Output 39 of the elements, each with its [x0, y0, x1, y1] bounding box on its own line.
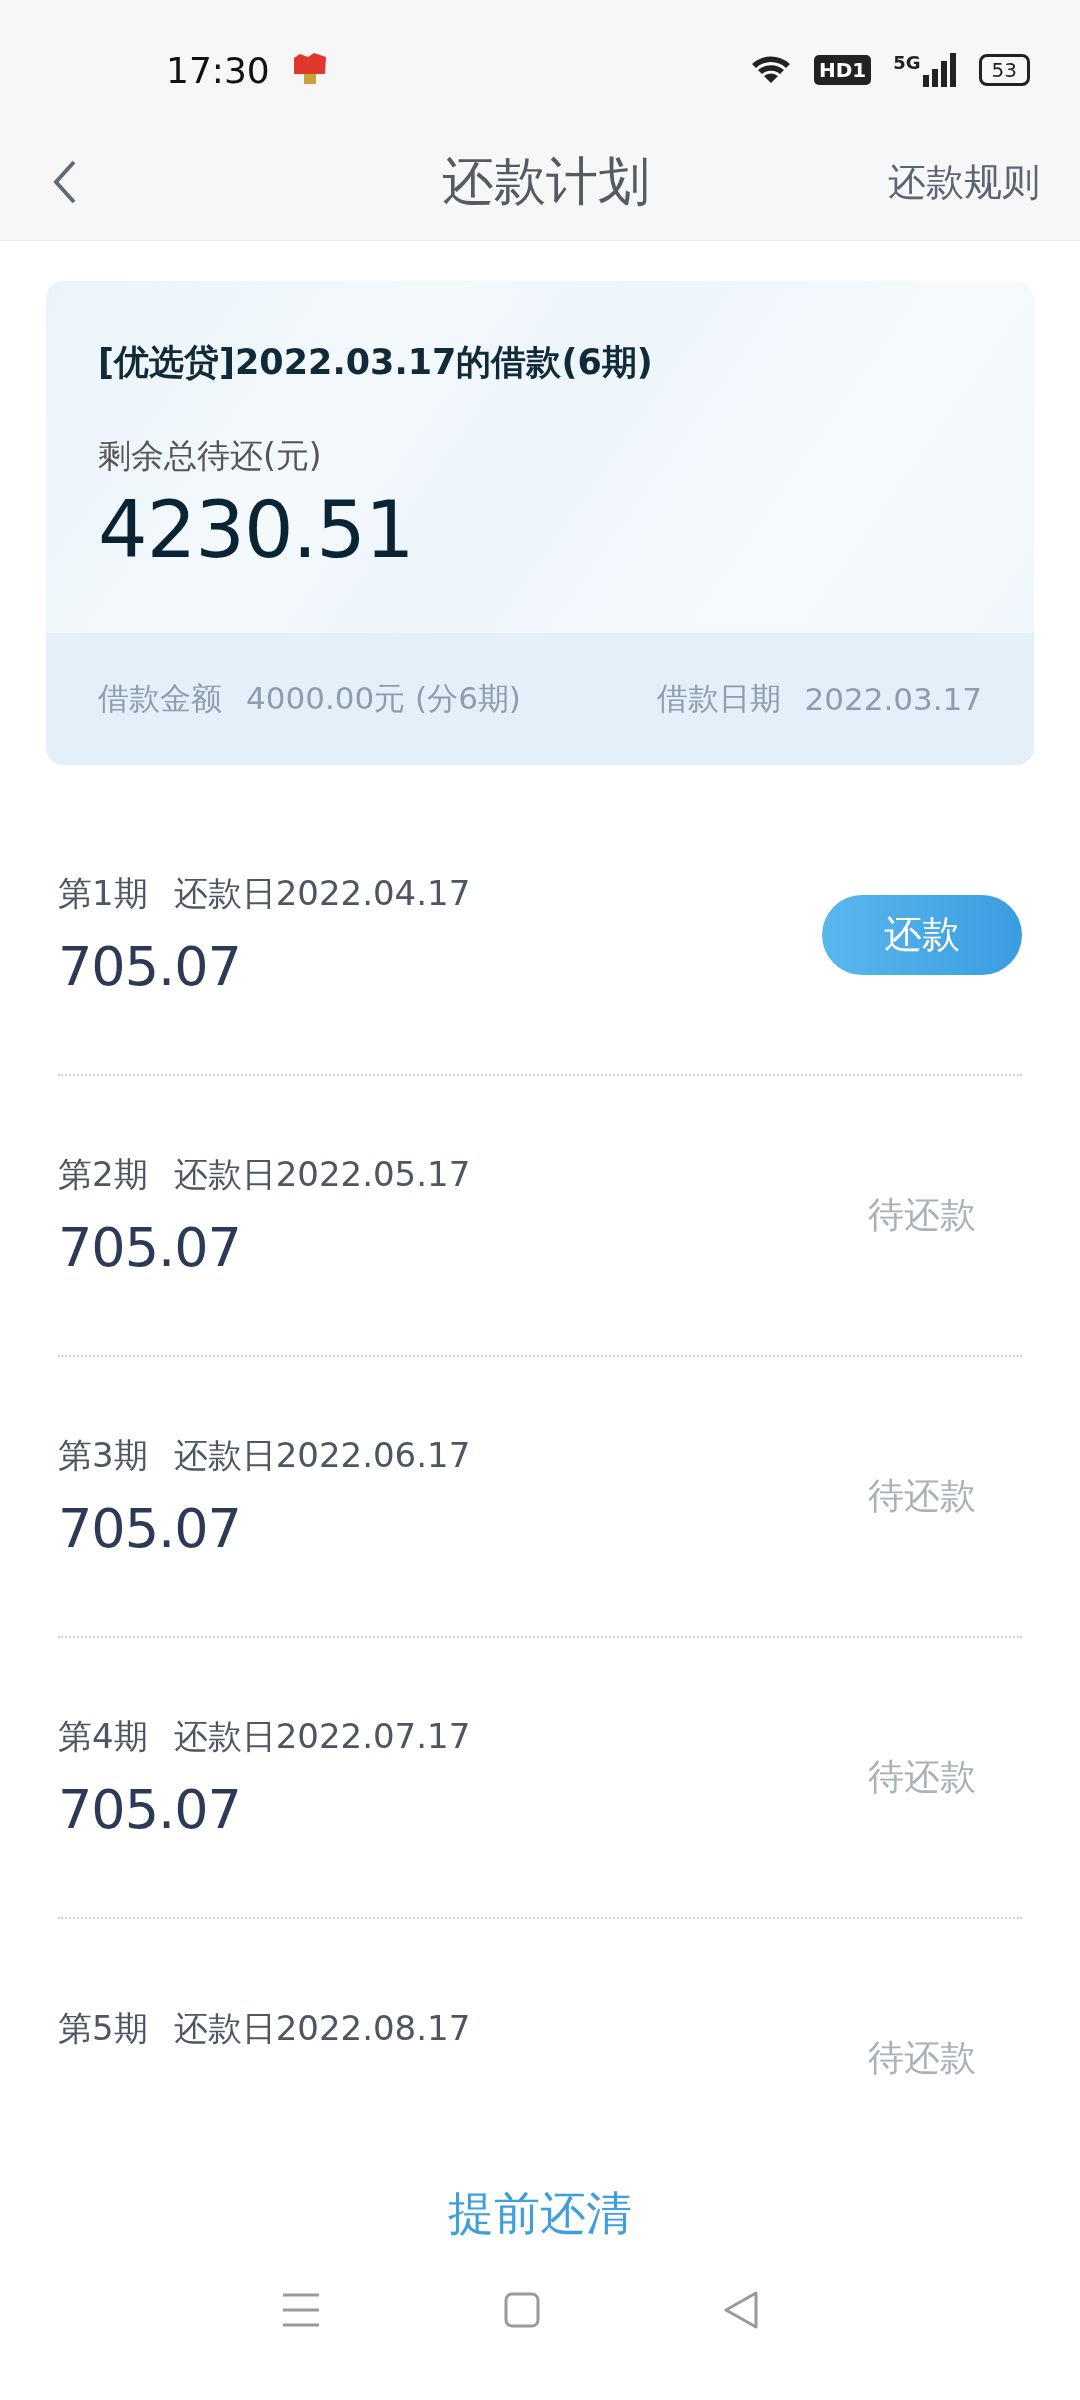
due-date: 还款日2022.06.17: [173, 1434, 471, 1477]
remaining-amount: 4230.51: [98, 485, 415, 575]
period-label: 第1期: [58, 872, 148, 915]
loan-title: [优选贷]2022.03.17的借款(6期): [98, 341, 654, 384]
repayment-rules-link[interactable]: 还款规则: [888, 156, 1040, 208]
loan-amount-value: 4000.00元 (分6期): [246, 679, 521, 718]
period-label: 第2期: [58, 1153, 148, 1196]
back-icon[interactable]: [722, 2291, 759, 2329]
installment-amount: 705.07: [58, 935, 242, 998]
installment-amount: 705.07: [58, 1778, 242, 1841]
status-label: 待还款: [867, 1193, 977, 1237]
remaining-label: 剩余总待还(元): [98, 435, 323, 477]
period-label: 第3期: [58, 1434, 148, 1477]
loan-date-label: 借款日期: [656, 679, 781, 718]
installment-amount: 705.07: [58, 1216, 242, 1279]
early-payoff-link[interactable]: 提前还清: [448, 2183, 632, 2245]
period-label: 第4期: [58, 1715, 148, 1758]
page-title: 还款计划: [442, 150, 650, 213]
status-label: 待还款: [867, 2036, 977, 2080]
status-label: 待还款: [867, 1755, 977, 1799]
repay-button[interactable]: 还款: [822, 894, 1022, 975]
loan-amount-label: 借款金额: [98, 679, 222, 718]
signal-icon: [922, 53, 957, 87]
due-date: 还款日2022.07.17: [173, 1715, 471, 1758]
due-date: 还款日2022.04.17: [173, 872, 471, 915]
back-icon: [52, 158, 78, 206]
hd-indicator: HD1: [813, 55, 872, 85]
home-icon[interactable]: [504, 2292, 540, 2328]
period-label: 第5期: [58, 2006, 148, 2050]
battery-level: 53: [978, 54, 1030, 86]
due-date: 还款日2022.05.17: [173, 1153, 471, 1196]
clock: 17:30: [166, 49, 270, 91]
status-label: 待还款: [867, 1474, 977, 1518]
menu-icon[interactable]: [281, 2292, 322, 2328]
due-date: 还款日2022.08.17: [173, 2006, 471, 2050]
loan-date-value: 2022.03.17: [804, 681, 982, 717]
network-label: 5G: [893, 52, 921, 73]
back-button[interactable]: [52, 158, 78, 206]
installment-amount: 705.07: [58, 1497, 242, 1560]
